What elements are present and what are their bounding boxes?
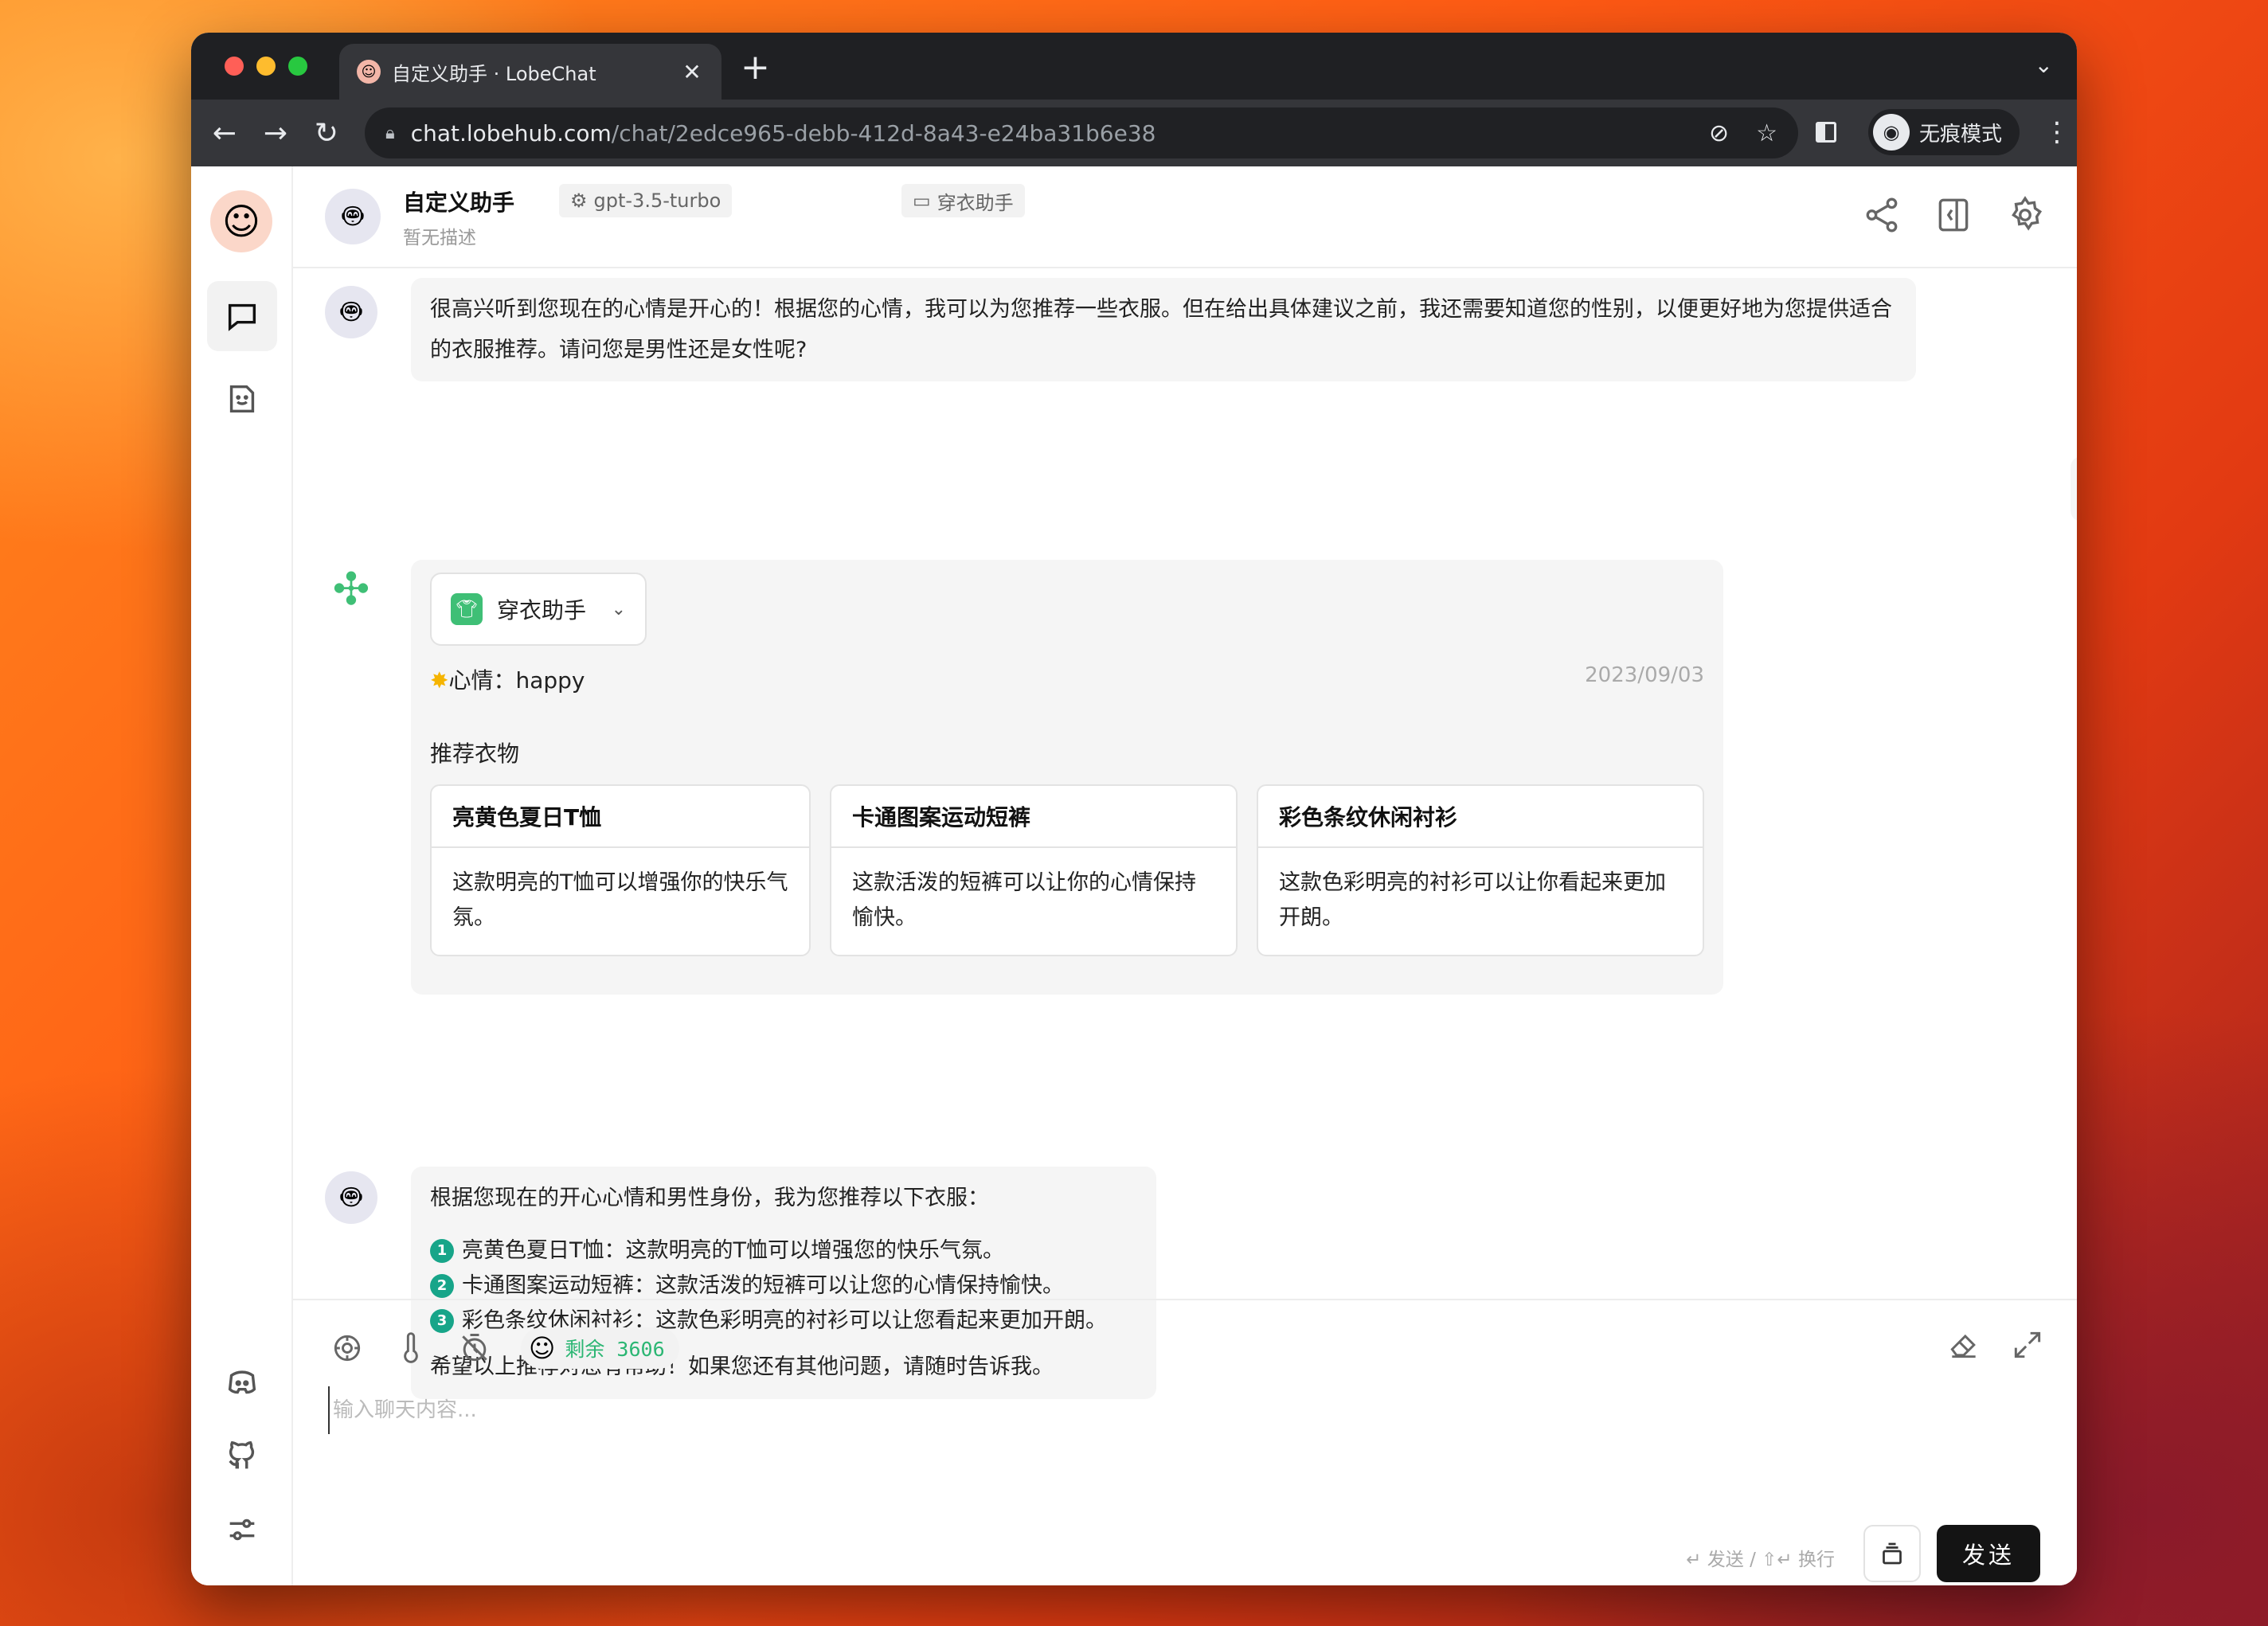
incognito-icon: ◉ xyxy=(1873,114,1910,150)
send-button[interactable]: 发送 xyxy=(1937,1525,2040,1582)
mood-label: ✸心情：happy xyxy=(430,667,585,694)
clothing-name: 卡通图案运动短裤 xyxy=(831,786,1236,848)
clothing-desc: 这款色彩明亮的衬衫可以让你看起来更加开朗。 xyxy=(1279,870,1666,930)
token-counter[interactable]: ☺ 剩余 3606 xyxy=(521,1327,679,1369)
clothing-name: 亮黄色夏日T恤 xyxy=(432,786,809,848)
smiley-icon: ☺ xyxy=(529,1333,556,1363)
reload-icon[interactable]: ↻ xyxy=(301,107,352,158)
assistant-message-avatar: 🤖︎ xyxy=(325,286,377,338)
send-hint: ↵ 发送 / ⇧↵ 换行 xyxy=(1686,1550,1835,1570)
plugin-date: 2023/09/03 xyxy=(1585,663,1704,687)
address-bar[interactable]: 🔒︎ chat.lobehub.com/chat/2edce965-debb-4… xyxy=(365,107,1798,158)
model-tag-label: gpt-3.5-turbo xyxy=(593,190,721,212)
history-off-icon[interactable] xyxy=(457,1331,492,1366)
thermometer-icon[interactable] xyxy=(393,1331,428,1366)
plugin-tag[interactable]: ▭ 穿衣助手 xyxy=(901,184,1025,217)
incognito-profile-button[interactable]: ◉ 无痕模式 xyxy=(1868,109,2020,155)
forward-arrow-icon[interactable]: → xyxy=(250,107,301,158)
plugin-selector[interactable]: 👕︎ 穿衣助手 ⌄ xyxy=(430,573,647,646)
tab-strip: ☺ 自定义助手 · LobeChat ✕ + ⌄ xyxy=(191,33,2077,100)
openai-icon: ⚙ xyxy=(570,190,588,212)
assistant-message-1: 很高兴听到您现在的心情是开心的！根据您的心情，我可以为您推荐一些衣服。但在给出具… xyxy=(411,278,1916,381)
browser-tab[interactable]: ☺ 自定义助手 · LobeChat ✕ xyxy=(339,44,721,100)
clothing-card: 彩色条纹休闲衬衫 这款色彩明亮的衬衫可以让你看起来更加开朗。 xyxy=(1257,784,1704,956)
lock-icon[interactable]: 🔒︎ xyxy=(385,123,395,143)
sliders-icon xyxy=(229,1519,255,1541)
clothing-name: 彩色条纹休闲衬衫 xyxy=(1258,786,1703,848)
stack-icon xyxy=(1883,1542,1902,1565)
plugin-selector-label: 穿衣助手 xyxy=(497,597,587,623)
puzzle-plugin-icon: ✣ xyxy=(332,563,370,616)
plugin-tag-label: 穿衣助手 xyxy=(937,191,1014,214)
list-item: 1 亮黄色夏日T恤：这款明亮的T恤可以增强您的快乐气氛。 xyxy=(430,1233,1137,1268)
expand-icon[interactable] xyxy=(2010,1327,2045,1362)
sidebar: ☺ xyxy=(191,166,293,1585)
chat-main: 🤖︎ 自定义助手 ⚙ gpt-3.5-turbo ▭ 穿衣助手 暂无描述 🤖︎ … xyxy=(293,166,2077,1585)
token-remaining: 剩余 3606 xyxy=(565,1338,665,1361)
minimize-window-button[interactable] xyxy=(256,57,276,76)
github-button[interactable] xyxy=(207,1421,277,1491)
side-panel-icon[interactable] xyxy=(1816,122,1836,143)
discord-button[interactable] xyxy=(207,1348,277,1418)
lobechat-app: ☺ 🤖︎ 自定义助手 ⚙ gpt-3.5-turbo ▭ 穿衣助手 暂无描述 🤖… xyxy=(191,166,2077,1585)
tab-search-chevron-icon[interactable]: ⌄ xyxy=(2035,52,2053,78)
plugin-tag-icon: ▭ xyxy=(913,190,931,212)
market-nav-button[interactable] xyxy=(207,364,277,434)
assistant-title: 自定义助手 xyxy=(403,190,515,216)
star-bookmark-icon[interactable]: ☆ xyxy=(1756,119,1777,147)
model-settings-icon[interactable] xyxy=(330,1331,365,1366)
more-menu-icon[interactable]: ⋮ xyxy=(2043,116,2071,148)
user-message-1: 男性 xyxy=(2071,456,2077,522)
model-tag[interactable]: ⚙ gpt-3.5-turbo xyxy=(559,184,733,217)
clear-context-button[interactable] xyxy=(1863,1525,1921,1582)
url-path: /chat/2edce965-debb-412d-8a43-e24ba31b6e… xyxy=(611,119,1156,147)
favicon-icon: ☺ xyxy=(357,60,381,84)
clothing-desc: 这款明亮的T恤可以增强你的快乐气氛。 xyxy=(452,870,788,930)
incognito-label: 无痕模式 xyxy=(1919,122,2003,147)
back-arrow-icon[interactable]: ← xyxy=(199,107,250,158)
toggle-panel-icon[interactable] xyxy=(1934,195,1973,235)
new-tab-icon[interactable]: + xyxy=(741,47,770,88)
recommend-title: 推荐衣物 xyxy=(430,741,520,767)
maximize-window-button[interactable] xyxy=(288,57,307,76)
plugin-result-card: 👕︎ 穿衣助手 ⌄ ✸心情：happy 2023/09/03 推荐衣物 亮黄色夏… xyxy=(411,560,1723,995)
discord-icon xyxy=(228,1370,256,1394)
chat-header: 🤖︎ 自定义助手 ⚙ gpt-3.5-turbo ▭ 穿衣助手 暂无描述 xyxy=(293,166,2077,268)
browser-window: ☺ 自定义助手 · LobeChat ✕ + ⌄ ← → ↻ 🔒︎ chat.l… xyxy=(191,33,2077,1585)
user-avatar[interactable]: ☺ xyxy=(210,190,272,252)
tab-close-icon[interactable]: ✕ xyxy=(680,59,704,85)
share-icon[interactable] xyxy=(1862,195,1902,235)
chat-nav-button[interactable] xyxy=(207,281,277,351)
assistant-description: 暂无描述 xyxy=(403,228,476,248)
settings-sliders-button[interactable] xyxy=(207,1495,277,1565)
settings-gear-icon[interactable] xyxy=(2005,195,2045,235)
chat-bubble-icon xyxy=(228,303,256,331)
sparkle-icon: ✸ xyxy=(430,667,449,694)
clothing-desc: 这款活泼的短裤可以让你的心情保持愉快。 xyxy=(852,870,1196,930)
composer: ☺ 剩余 3606 ↵ 发送 / ⇧↵ 换行 发送 xyxy=(293,1299,2077,1585)
tshirt-icon: 👕︎ xyxy=(451,593,483,625)
assistant-message-avatar: 🤖︎ xyxy=(325,1171,377,1224)
chevron-down-icon: ⌄ xyxy=(611,599,626,620)
clothing-card: 亮黄色夏日T恤 这款明亮的T恤可以增强你的快乐气氛。 xyxy=(430,784,811,956)
tab-title: 自定义助手 · LobeChat xyxy=(392,62,596,85)
assistant-avatar[interactable]: 🤖︎ xyxy=(325,189,381,244)
close-window-button[interactable] xyxy=(225,57,244,76)
github-icon xyxy=(229,1441,255,1469)
url-host: chat.lobehub.com xyxy=(410,119,612,147)
eraser-icon[interactable] xyxy=(1946,1327,1981,1362)
browser-toolbar: ← → ↻ 🔒︎ chat.lobehub.com/chat/2edce965-… xyxy=(191,100,2077,166)
reply-intro: 根据您现在的开心心情和男性身份，我为您推荐以下衣服： xyxy=(430,1186,989,1210)
sticker-icon xyxy=(229,385,255,413)
clothing-card: 卡通图案运动短裤 这款活泼的短裤可以让你的心情保持愉快。 xyxy=(830,784,1238,956)
chat-input[interactable] xyxy=(328,1386,1762,1434)
eye-off-icon[interactable]: ⊘ xyxy=(1709,119,1729,147)
